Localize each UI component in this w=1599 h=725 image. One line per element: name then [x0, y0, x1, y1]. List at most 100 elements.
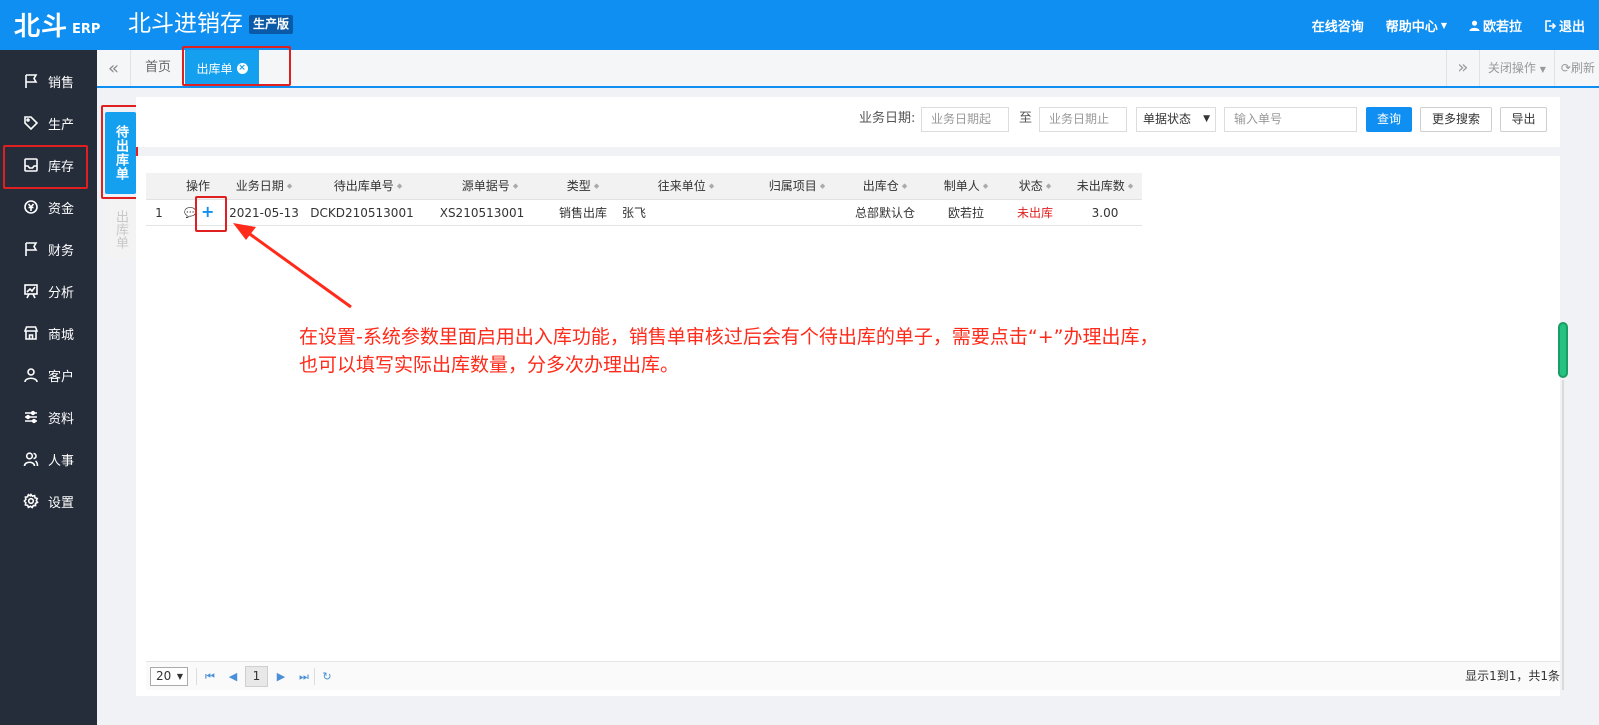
cell-type: 销售出库 [558, 206, 607, 220]
col-status[interactable]: 状态 ◆ [1002, 173, 1068, 200]
sort-icon: ◆ [1045, 182, 1052, 190]
status-select-value: 单据状态 [1143, 112, 1192, 126]
sidebar-item-production[interactable]: 生产 [0, 102, 97, 144]
col-warehouse[interactable]: 出库仓 ◆ [840, 173, 930, 200]
sidebar-item-funds[interactable]: 资金 [0, 186, 97, 228]
sidebar-item-label: 销售 [48, 75, 75, 91]
col-source-no[interactable]: 源单据号 ◆ [432, 173, 548, 200]
sidebar-item-label: 设置 [48, 495, 75, 511]
col-date[interactable]: 业务日期 ◆ [224, 173, 304, 200]
sort-icon: ◆ [982, 182, 989, 190]
refresh-button[interactable]: ⟳刷新 [1555, 50, 1599, 86]
sidebar-item-hr[interactable]: 人事 [0, 438, 97, 480]
page-size-value: 20 [156, 669, 172, 683]
col-status-label: 状态 [1018, 179, 1043, 193]
date-label: 业务日期: [859, 111, 916, 126]
close-operations-menu[interactable]: 关闭操作 ▼ [1480, 50, 1555, 86]
prev-page-icon[interactable]: ◀ [224, 667, 242, 686]
col-partner[interactable]: 往来单位 ◆ [618, 173, 754, 200]
order-number-input[interactable]: 输入单号 [1224, 107, 1357, 132]
col-project-label: 归属项目 [768, 179, 817, 193]
col-type[interactable]: 类型 ◆ [548, 173, 618, 200]
table-header: 操作 业务日期 ◆ 待出库单号 ◆ 源单据号 ◆ 类型 ◆ 往来单位 ◆ 归属项目 ◆ 出库… [146, 173, 1142, 200]
query-button[interactable]: 查询 [1366, 107, 1412, 132]
sidebar-item-label: 商城 [48, 327, 75, 343]
highlight-box-tab [182, 46, 291, 86]
coin-icon [22, 198, 40, 216]
sidebar-item-finance[interactable]: 财务 [0, 228, 97, 270]
sidebar: 销售 生产 库存 资金 财务 分析 商城 客户 资料 人事 设置 [0, 50, 97, 725]
next-page-icon[interactable]: ▶ [272, 667, 290, 686]
sidebar-item-inventory[interactable]: 库存 [0, 144, 97, 189]
sidebar-item-label: 客户 [48, 369, 75, 385]
help-center-menu[interactable]: 帮助中心 ▼ [1386, 16, 1447, 35]
sidebar-item-settings[interactable]: 设置 [0, 480, 97, 522]
sidebar-item-label: 分析 [48, 285, 75, 301]
last-page-icon[interactable]: ⏭ [295, 667, 313, 686]
reload-icon[interactable]: ↻ [318, 667, 336, 686]
col-operation-label: 操作 [185, 179, 210, 193]
sidebar-item-label: 资金 [48, 201, 75, 217]
close-operations-label: 关闭操作 [1487, 61, 1536, 75]
highlight-box-vtab [101, 105, 138, 199]
sort-icon: ◆ [819, 182, 826, 190]
filter-panel: 业务日期: 业务日期起 至 业务日期止 单据状态 ▼ 输入单号 查询 更多搜索 … [136, 97, 1560, 147]
col-qty[interactable]: 未出库数 ◆ [1068, 173, 1142, 200]
flag-icon [22, 72, 40, 90]
to-label: 至 [1019, 111, 1033, 126]
inbox-icon [22, 156, 40, 174]
sidebar-item-mall[interactable]: 商城 [0, 312, 97, 354]
status-select[interactable]: 单据状态 ▼ [1136, 107, 1216, 132]
cell-creator: 欧若拉 [947, 206, 984, 220]
user-menu[interactable]: 欧若拉 [1469, 16, 1522, 35]
logo-erp-text: ERP [72, 22, 101, 37]
sort-icon: ◆ [901, 182, 908, 190]
tag-icon [22, 114, 40, 132]
date-start-input[interactable]: 业务日期起 [921, 107, 1009, 132]
pager-divider [196, 668, 197, 685]
col-creator[interactable]: 制单人 ◆ [930, 173, 1002, 200]
help-center-label: 帮助中心 [1385, 20, 1438, 35]
sidebar-item-label: 生产 [48, 117, 75, 133]
vtab-outbound[interactable]: 出库单 [105, 200, 136, 258]
annotation-line-2: 也可以填写实际出库数量，分多次办理出库。 [299, 354, 680, 376]
date-end-input[interactable]: 业务日期止 [1039, 107, 1127, 132]
export-button[interactable]: 导出 [1500, 107, 1547, 132]
flag-icon [22, 240, 40, 258]
table-row[interactable]: 1 💬 + 2021-05-13 DCKD210513001 XS2105130… [146, 200, 1142, 226]
cell-source-no: XS210513001 [439, 206, 525, 220]
logout-link[interactable]: 退出 [1544, 16, 1585, 35]
tab-scroll-left-icon[interactable]: « [97, 50, 131, 86]
sort-icon: ◆ [593, 182, 600, 190]
app-title: 北斗进销存 [128, 11, 243, 37]
sidebar-item-label: 人事 [48, 453, 75, 469]
online-consult-label: 在线咨询 [1311, 20, 1364, 35]
online-consult-link[interactable]: 在线咨询 [1312, 16, 1364, 35]
logout-label: 退出 [1558, 20, 1585, 35]
col-project[interactable]: 归属项目 ◆ [754, 173, 840, 200]
col-pending-no[interactable]: 待出库单号 ◆ [304, 173, 432, 200]
annotation-text: 在设置-系统参数里面启用出入库功能，销售单审核过后会有个待出库的单子，需要点击“… [299, 323, 1259, 379]
caret-down-icon: ▼ [1440, 21, 1447, 30]
col-date-label: 业务日期 [235, 179, 284, 193]
more-search-button[interactable]: 更多搜索 [1420, 107, 1492, 132]
highlight-box-operation [195, 196, 227, 232]
chart-icon [22, 282, 40, 300]
page-size-select[interactable]: 20 ▼ [150, 667, 188, 686]
current-page[interactable]: 1 [245, 666, 268, 687]
tab-home[interactable]: 首页 [145, 50, 171, 86]
pagination-info: 显示1到1，共1条 [1465, 669, 1560, 683]
sidebar-item-sales[interactable]: 销售 [0, 60, 97, 102]
user-name: 欧若拉 [1482, 20, 1522, 35]
cell-date: 2021-05-13 [229, 206, 299, 220]
sidebar-item-customer[interactable]: 客户 [0, 354, 97, 396]
first-page-icon[interactable]: ⏮ [201, 667, 219, 686]
grid-panel: 操作 业务日期 ◆ 待出库单号 ◆ 源单据号 ◆ 类型 ◆ 往来单位 ◆ 归属项目 ◆ 出库… [136, 156, 1560, 696]
sidebar-item-analysis[interactable]: 分析 [0, 270, 97, 312]
tab-bar: « 首页 出库单 × » 关闭操作 ▼ ⟳刷新 [97, 50, 1599, 88]
sort-icon: ◆ [512, 182, 519, 190]
sidebar-item-data[interactable]: 资料 [0, 396, 97, 438]
scrollbar-thumb[interactable] [1558, 322, 1568, 378]
logout-icon [1545, 19, 1556, 32]
tab-scroll-right-icon[interactable]: » [1445, 50, 1480, 86]
